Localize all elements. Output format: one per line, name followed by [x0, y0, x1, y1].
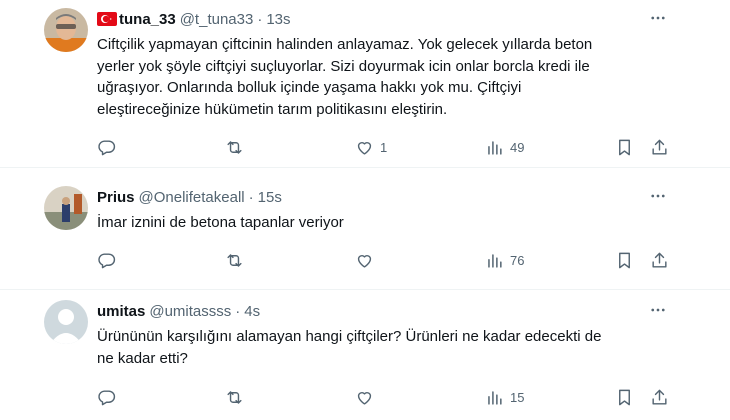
share-button[interactable] — [650, 250, 669, 270]
separator-dot: · — [248, 188, 254, 206]
views-icon — [488, 253, 502, 268]
turkey-flag-icon — [97, 12, 117, 26]
display-name[interactable]: umitas — [97, 303, 145, 320]
views-icon — [488, 390, 502, 405]
display-name[interactable]: tuna_33 — [119, 11, 176, 28]
heart-icon — [357, 254, 372, 268]
retweet-button[interactable] — [225, 137, 244, 157]
reply-button[interactable] — [97, 250, 116, 270]
more-icon[interactable] — [648, 300, 668, 320]
share-icon — [652, 252, 667, 268]
view-count: 49 — [510, 139, 525, 155]
views-button[interactable]: 15 — [485, 387, 524, 407]
tweet-actions: 1 49 — [97, 137, 677, 157]
reply-button[interactable] — [97, 137, 116, 157]
reply-icon — [98, 252, 116, 268]
tweet[interactable]: tuna_33 @t_tuna33 · 13s Ciftçilik yapmay… — [0, 0, 730, 168]
view-count: 15 — [510, 389, 525, 405]
like-button[interactable]: 1 — [355, 137, 387, 157]
display-name[interactable]: Prius — [97, 189, 135, 206]
share-icon — [652, 389, 667, 405]
timestamp[interactable]: 4s — [244, 303, 260, 320]
bookmark-icon — [619, 139, 630, 155]
views-icon — [488, 140, 502, 155]
bookmark-icon — [619, 389, 630, 405]
user-handle[interactable]: @Onelifetakeall — [139, 189, 245, 206]
retweet-icon — [227, 390, 242, 404]
retweet-icon — [227, 140, 242, 154]
like-button[interactable] — [355, 250, 380, 270]
tweet-actions: 76 — [97, 250, 677, 270]
tweet[interactable]: Prius @Onelifetakeall · 15s İmar iznini … — [0, 168, 730, 290]
retweet-button[interactable] — [225, 250, 244, 270]
avatar[interactable] — [44, 186, 88, 230]
views-button[interactable]: 49 — [485, 137, 524, 157]
avatar[interactable] — [44, 8, 88, 52]
bookmark-button[interactable] — [615, 250, 634, 270]
reply-button[interactable] — [97, 387, 116, 407]
tweet-text: İmar iznini de betona tapanlar veriyor — [97, 214, 344, 231]
bookmark-button[interactable] — [615, 387, 634, 407]
like-button[interactable] — [355, 387, 380, 407]
tweet-text: Ürününün karşılığını alamayan hangi çift… — [97, 328, 602, 367]
share-button[interactable] — [650, 387, 669, 407]
tweet[interactable]: umitas @umitassss · 4s Ürününün karşılığ… — [0, 290, 730, 420]
heart-icon — [357, 141, 372, 155]
bookmark-button[interactable] — [615, 137, 634, 157]
heart-icon — [357, 391, 372, 405]
more-icon[interactable] — [648, 186, 668, 206]
reply-icon — [98, 139, 116, 155]
separator-dot: · — [235, 302, 241, 320]
view-count: 76 — [510, 252, 525, 268]
views-button[interactable]: 76 — [485, 250, 524, 270]
avatar[interactable] — [44, 300, 88, 344]
user-handle[interactable]: @t_tuna33 — [180, 11, 254, 28]
retweet-icon — [227, 253, 242, 267]
reply-icon — [98, 389, 116, 405]
user-handle[interactable]: @umitassss — [149, 303, 231, 320]
bookmark-icon — [619, 252, 630, 268]
retweet-button[interactable] — [225, 387, 244, 407]
like-count: 1 — [380, 139, 388, 155]
share-icon — [652, 139, 667, 155]
separator-dot: · — [257, 10, 263, 28]
tweet-text: Ciftçilik yapmayan çiftcinin halinden an… — [97, 36, 593, 118]
tweet-actions: 15 — [97, 387, 677, 407]
timestamp[interactable]: 13s — [266, 11, 290, 28]
more-icon[interactable] — [648, 8, 668, 28]
timestamp[interactable]: 15s — [258, 189, 282, 206]
share-button[interactable] — [650, 137, 669, 157]
